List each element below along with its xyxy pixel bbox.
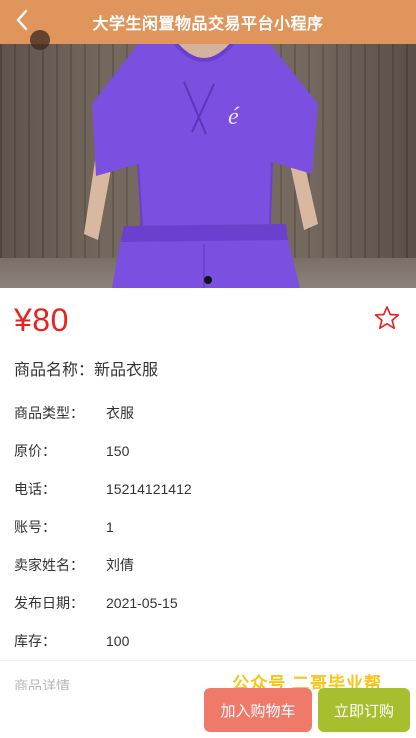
info-row-phone: 电话： 15214121412 [14,470,406,508]
product-info-list: 商品类型： 衣服 原价： 150 电话： 15214121412 账号： 1 卖… [14,394,406,660]
price-row: ¥80 [0,288,416,352]
info-row-date: 发布日期： 2021-05-15 [14,584,406,622]
star-outline-icon [373,304,401,337]
divider [0,660,416,661]
favorite-button[interactable] [372,305,402,335]
info-value: 2021-05-15 [106,595,178,611]
info-label: 原价： [14,443,56,459]
info-label: 商品类型： [14,405,84,421]
info-value: 衣服 [106,405,134,421]
info-label: 库存： [14,633,56,649]
carousel-dot-active[interactable] [204,276,212,284]
page-title: 大学生闲置物品交易平台小程序 [92,16,324,33]
info-label: 电话： [14,481,56,497]
product-detail-page: 大学生闲置物品交易平台小程序 é ¥80 商品名称：新品衣服 商品类型： 衣服 … [0,0,416,738]
info-value: 1 [106,519,114,535]
back-button[interactable] [10,8,34,36]
chevron-left-icon [15,9,29,36]
product-image-carousel[interactable]: é [0,44,416,288]
svg-text:é: é [228,104,240,130]
product-image: é [84,44,318,288]
info-value: 150 [106,443,130,459]
info-label: 卖家姓名： [14,557,84,573]
info-row-seller: 卖家姓名： 刘倩 [14,546,406,584]
info-row-original-price: 原价： 150 [14,432,406,470]
info-row-stock: 库存： 100 [14,622,406,660]
carousel-indicators [0,276,416,284]
floating-dot [30,30,50,50]
info-value: 100 [106,633,130,649]
price-label: ¥80 [14,301,69,338]
add-to-cart-button[interactable]: 加入购物车 [204,688,312,732]
info-row-account: 账号： 1 [14,508,406,546]
product-name-value: 新品衣服 [94,362,159,379]
info-row-type: 商品类型： 衣服 [14,394,406,432]
nav-header: 大学生闲置物品交易平台小程序 [0,0,416,44]
info-value: 15214121412 [106,481,192,497]
info-label: 发布日期： [14,595,84,611]
info-label: 账号： [14,519,56,535]
product-name-label: 商品名称： [14,362,95,379]
partial-section-label: 商品详情 [14,678,70,690]
info-value: 刘倩 [106,557,134,573]
product-name: 商品名称：新品衣服 [14,356,158,380]
buy-now-button[interactable]: 立即订购 [318,688,410,732]
